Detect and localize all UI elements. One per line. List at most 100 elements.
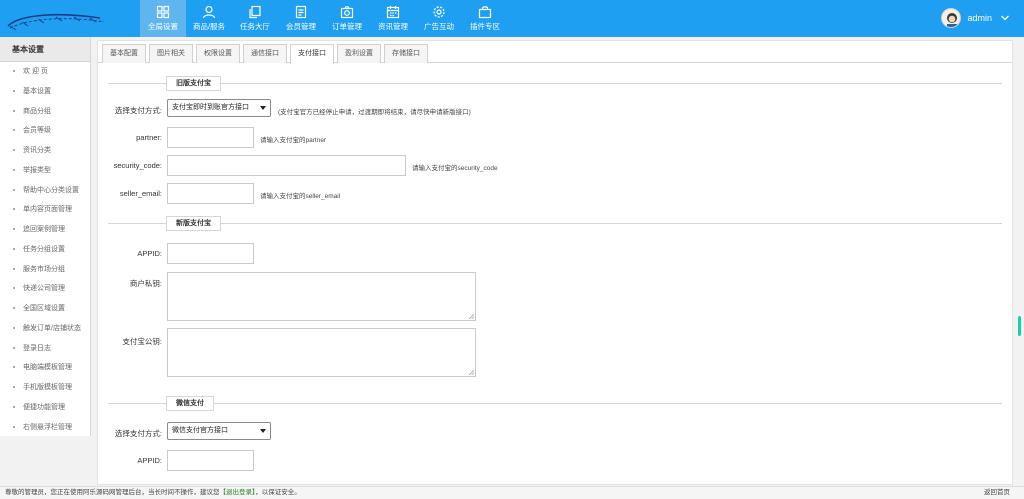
chevron-down-icon	[260, 106, 266, 110]
security-code-input[interactable]	[167, 155, 406, 176]
section-title: 新版支付宝	[166, 216, 221, 231]
bullet-icon	[13, 247, 15, 250]
wechat-payment-method-select[interactable]: 微信支付官方接口	[167, 422, 271, 440]
row-wechat-appid: APPID:	[98, 448, 1012, 476]
partner-input[interactable]	[167, 127, 254, 148]
nav-item-members[interactable]: 会员管理	[278, 0, 324, 37]
field-hint: 请输入支付宝的security_code	[412, 165, 498, 172]
scrollbar[interactable]	[1018, 316, 1021, 336]
bullet-icon	[13, 425, 15, 428]
back-home-link[interactable]: 返回首页	[984, 487, 1010, 499]
bullet-icon	[13, 405, 15, 408]
sidebar-item-basic-settings[interactable]: 基本设置	[0, 82, 90, 102]
nav-label: 商品/服务	[192, 22, 226, 31]
sidebar-item-order-status[interactable]: 触发订单/店铺状态	[0, 319, 90, 339]
seller-email-input[interactable]	[167, 183, 254, 204]
sidebar-item-mobile-templates[interactable]: 手机版模板管理	[0, 378, 90, 398]
nav-item-orders[interactable]: 订单管理	[324, 0, 370, 37]
bullet-icon	[13, 208, 15, 211]
field-label: 商户私钥:	[129, 279, 162, 288]
bullet-icon	[13, 346, 15, 349]
nav-label: 资讯管理	[378, 22, 408, 31]
row-old-payment-method: 选择支付方式: 支付宝即时到账官方接口 (支付宝官方已经停止申请，过渡期即将结束…	[98, 97, 1012, 125]
wechat-appid-input[interactable]	[167, 450, 254, 471]
resize-handle-icon[interactable]	[469, 314, 474, 319]
field-label: APPID:	[137, 249, 162, 258]
tab-basic-config[interactable]: 基本配置	[102, 44, 146, 63]
row-partner: partner: 请输入支付宝的partner	[98, 125, 1012, 153]
bullet-icon	[13, 287, 15, 290]
row-private-key: 商户私钥:	[98, 272, 1012, 328]
sidebar-item-recovery-cases[interactable]: 追回案例管理	[0, 220, 90, 240]
divider	[108, 83, 1002, 84]
sidebar-item-welcome[interactable]: 欢 迎 页	[0, 62, 90, 82]
tab-images[interactable]: 图片相关	[149, 44, 193, 63]
row-wechat-payment-method: 选择支付方式: 微信支付官方接口	[98, 420, 1012, 448]
divider	[108, 403, 1002, 404]
sidebar-item-news-categories[interactable]: 资讯分类	[0, 141, 90, 161]
tab-profit[interactable]: 盈利设置	[337, 44, 381, 63]
sidebar-item-floating-bar[interactable]: 右侧悬浮栏管理	[0, 418, 90, 438]
nav-item-plugins[interactable]: 插件专区	[462, 0, 508, 37]
sidebar-item-login-logs[interactable]: 登录日志	[0, 339, 90, 359]
nav-item-task-hall[interactable]: 任务大厅	[232, 0, 278, 37]
nav-item-products[interactable]: 商品/服务	[186, 0, 232, 37]
sidebar-item-product-groups[interactable]: 商品分组	[0, 102, 90, 122]
user-icon	[202, 5, 216, 19]
private-key-textarea[interactable]	[167, 272, 476, 321]
bullet-icon	[13, 168, 15, 171]
row-new-appid: APPID:	[98, 241, 1012, 269]
logout-link[interactable]: 【退出登录】	[220, 489, 256, 496]
sidebar-item-courier-companies[interactable]: 快递公司管理	[0, 279, 90, 299]
camera-icon	[340, 6, 354, 19]
bullet-icon	[13, 70, 15, 73]
sidebar-item-help-categories[interactable]: 帮助中心分类设置	[0, 181, 90, 201]
sidebar-item-single-pages[interactable]: 单内容页面管理	[0, 200, 90, 220]
logo[interactable]	[0, 0, 118, 37]
avatar	[941, 8, 962, 28]
chevron-down-icon	[260, 429, 266, 433]
sidebar-title: 基本设置	[0, 37, 90, 62]
sidebar-item-report-types[interactable]: 举报类型	[0, 161, 90, 181]
sidebar-item-member-levels[interactable]: 会员等级	[0, 121, 90, 141]
bullet-icon	[13, 326, 15, 329]
nav-item-news[interactable]: 资讯管理	[370, 0, 416, 37]
sidebar: 基本设置 欢 迎 页 基本设置 商品分组 会员等级 资讯分类 举报类型 帮助中心…	[0, 37, 91, 436]
sidebar-item-service-market-groups[interactable]: 服务市场分组	[0, 260, 90, 280]
footer-notice-suffix: ，以保证安全。	[255, 489, 301, 496]
section-new-alipay: 新版支付宝	[108, 213, 1002, 233]
sidebar-item-shortcuts[interactable]: 便捷功能管理	[0, 398, 90, 418]
section-title: 旧版支付宝	[166, 76, 221, 91]
alipay-public-key-textarea[interactable]	[167, 328, 476, 377]
bullet-icon	[13, 149, 15, 152]
bullet-icon	[13, 267, 15, 270]
main-panel: 基本配置 图片相关 权限设置 通信接口 支付接口 盈利设置 存储接口 旧版支付宝…	[97, 40, 1013, 485]
copy-icon	[249, 5, 261, 19]
row-seller-email: seller_email: 请输入支付宝的seller_email	[98, 181, 1012, 209]
calendar-icon	[386, 6, 400, 19]
row-public-key: 支付宝公钥:	[98, 328, 1012, 384]
resize-handle-icon[interactable]	[469, 370, 474, 375]
sidebar-item-task-groups[interactable]: 任务分组设置	[0, 240, 90, 260]
tab-permissions[interactable]: 权限设置	[196, 44, 240, 63]
grid-icon	[156, 5, 170, 19]
tab-communication[interactable]: 通信接口	[243, 44, 287, 63]
old-payment-method-select[interactable]: 支付宝即时到账官方接口	[167, 99, 271, 117]
nav-label: 任务大厅	[240, 22, 270, 31]
tab-payment[interactable]: 支付接口	[290, 44, 334, 64]
nav-label: 会员管理	[286, 22, 316, 31]
bullet-icon	[13, 129, 15, 132]
sidebar-item-pc-templates[interactable]: 电脑端模板管理	[0, 358, 90, 378]
nav-label: 全局设置	[148, 22, 178, 31]
nav-item-ads[interactable]: 广告互动	[416, 0, 462, 37]
tab-storage[interactable]: 存储接口	[384, 44, 428, 63]
nav-item-global-settings[interactable]: 全局设置	[140, 0, 186, 37]
footer-bar: 尊敬的管理员，您正在使用阿乐源码网管理后台，当长时间不操作，建议您【退出登录】，…	[0, 486, 1024, 499]
bullet-icon	[13, 188, 15, 191]
sidebar-list: 欢 迎 页 基本设置 商品分组 会员等级 资讯分类 举报类型 帮助中心分类设置 …	[0, 62, 90, 437]
gear-icon	[433, 6, 445, 18]
user-menu[interactable]: admin	[941, 8, 1010, 28]
field-label: seller_email:	[119, 189, 162, 198]
sidebar-item-regions[interactable]: 全国区域设置	[0, 299, 90, 319]
alipay-appid-input[interactable]	[167, 243, 254, 264]
